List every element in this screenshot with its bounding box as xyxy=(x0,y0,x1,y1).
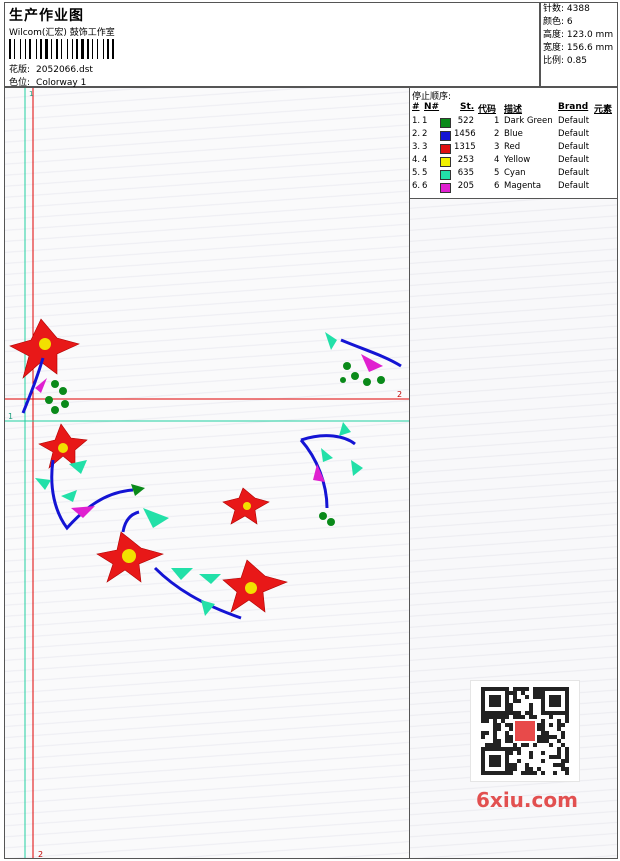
row-st: 1315 xyxy=(454,142,476,152)
stat-colors: 颜色: 6 xyxy=(543,17,573,27)
design-canvas: 1 2 1 2 xyxy=(4,87,410,859)
header-panel: 生产作业图 Wilcom(汇宏) 鼓饰工作室 花版: 2052066.dst 色位… xyxy=(4,2,540,88)
watermark: 6xiu.com xyxy=(476,788,578,812)
color-swatch xyxy=(440,144,451,154)
row-st: 253 xyxy=(457,155,474,165)
stop-row: 2. 2 1456 2 Blue Default xyxy=(410,129,617,142)
page-title: 生产作业图 xyxy=(9,8,84,24)
flower-top-left xyxy=(9,318,80,414)
row-brand: Default xyxy=(558,168,590,178)
guide-label-h1: 1 xyxy=(8,412,13,421)
row-st: 205 xyxy=(457,181,474,191)
color-swatch xyxy=(440,118,451,128)
row-code: 2 xyxy=(494,129,500,139)
col-elem: 元素 xyxy=(594,105,613,115)
row-n: 1 xyxy=(422,116,428,126)
col-desc: 描述 xyxy=(504,105,523,115)
stop-sequence-table: 停止顺序: # N# St. 代码 描述 Brand 元素 1. 1 522 1 Dar… xyxy=(410,88,617,199)
stop-row: 6. 6 205 6 Magenta Default xyxy=(410,181,617,194)
color-swatch xyxy=(440,183,451,193)
row-desc: Magenta xyxy=(504,181,542,191)
stop-sequence-title: 停止顺序: xyxy=(412,92,452,102)
flower-center-bottom xyxy=(96,508,242,620)
guide-label-v1: 1 xyxy=(29,90,33,98)
col-st: St. xyxy=(460,102,475,112)
file-info: 花版: 2052066.dst xyxy=(9,62,93,75)
row-desc: Cyan xyxy=(504,168,526,178)
col-n: N# xyxy=(424,102,440,112)
row-brand: Default xyxy=(558,142,590,152)
color-swatch xyxy=(440,157,451,167)
guide-label-h2: 2 xyxy=(397,390,402,399)
row-n: 2 xyxy=(422,129,428,139)
flower-small-center xyxy=(222,487,270,525)
row-st: 1456 xyxy=(454,129,476,139)
flower-mid-left xyxy=(35,423,145,531)
row-num: 4. xyxy=(412,155,421,165)
embroidery-design: 1 2 1 2 xyxy=(5,88,409,859)
stop-row: 5. 5 635 5 Cyan Default xyxy=(410,168,617,181)
stat-scale: 比例: 0.85 xyxy=(543,56,587,66)
row-desc: Dark Green xyxy=(504,116,553,126)
stop-row: 4. 4 253 4 Yellow Default xyxy=(410,155,617,168)
stat-stitches: 针数: 4388 xyxy=(543,4,590,14)
row-st: 522 xyxy=(457,116,474,126)
row-brand: Default xyxy=(558,155,590,165)
file-label: 花版: xyxy=(9,65,31,75)
row-desc: Yellow xyxy=(504,155,531,165)
row-code: 3 xyxy=(494,142,500,152)
row-code: 5 xyxy=(494,168,500,178)
row-desc: Red xyxy=(504,142,521,152)
row-desc: Blue xyxy=(504,129,523,139)
row-num: 2. xyxy=(412,129,421,139)
row-brand: Default xyxy=(558,116,590,126)
col-brand: Brand xyxy=(558,102,589,112)
row-num: 1. xyxy=(412,116,421,126)
company-name: Wilcom(汇宏) 鼓饰工作室 xyxy=(9,28,115,38)
branch-top-right xyxy=(325,332,402,386)
file-value: 2052066.dst xyxy=(36,65,93,75)
barcode xyxy=(9,39,144,59)
col-code: 代码 xyxy=(478,105,497,115)
row-brand: Default xyxy=(558,181,590,191)
row-code: 1 xyxy=(494,116,500,126)
row-code: 4 xyxy=(494,155,500,165)
stat-width: 宽度: 156.6 mm xyxy=(543,43,614,53)
stats-panel: 针数: 4388 颜色: 6 高度: 123.0 mm 宽度: 156.6 mm… xyxy=(540,2,618,87)
flower-bottom-right xyxy=(222,559,288,613)
color-swatch xyxy=(440,170,451,180)
stop-row: 1. 1 522 1 Dark Green Default xyxy=(410,116,617,129)
row-num: 3. xyxy=(412,142,421,152)
row-n: 5 xyxy=(422,168,428,178)
color-swatch xyxy=(440,131,451,141)
row-n: 3 xyxy=(422,142,428,152)
row-num: 5. xyxy=(412,168,421,178)
col-num: # xyxy=(412,102,420,112)
row-st: 635 xyxy=(457,168,474,178)
guide-label-v2: 2 xyxy=(38,850,43,859)
row-num: 6. xyxy=(412,181,421,191)
stop-row: 3. 3 1315 3 Red Default xyxy=(410,142,617,155)
qr-code-image xyxy=(481,687,569,775)
qr-code xyxy=(470,680,580,782)
row-n: 4 xyxy=(422,155,428,165)
row-n: 6 xyxy=(422,181,428,191)
production-sheet: 生产作业图 Wilcom(汇宏) 鼓饰工作室 花版: 2052066.dst 色位… xyxy=(0,0,620,861)
row-code: 6 xyxy=(494,181,500,191)
branch-right xyxy=(299,422,363,526)
stat-height: 高度: 123.0 mm xyxy=(543,30,614,40)
row-brand: Default xyxy=(558,129,590,139)
